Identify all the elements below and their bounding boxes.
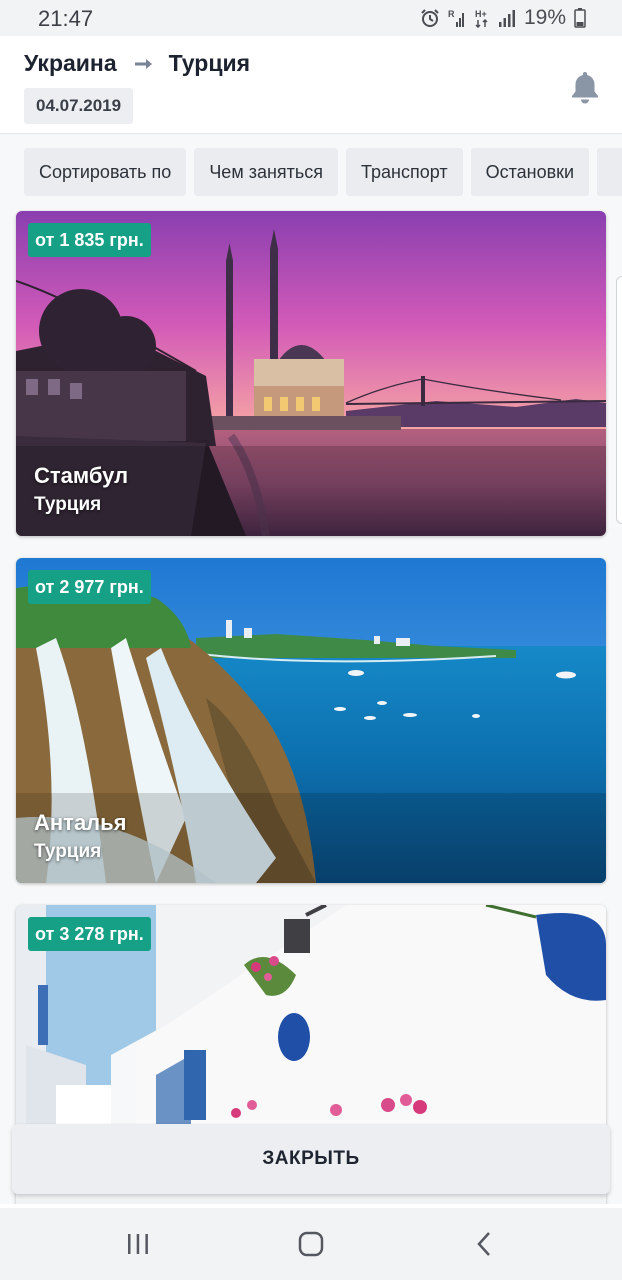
signal-r-icon: R <box>448 8 466 28</box>
svg-text:H+: H+ <box>475 9 487 19</box>
destination-country: Турция <box>34 841 102 862</box>
system-nav-bar <box>0 1208 622 1280</box>
route-destination: Турция <box>168 50 251 76</box>
scroll-indicator[interactable] <box>616 276 622 524</box>
close-button[interactable]: ЗАКРЫТЬ <box>12 1124 610 1194</box>
back-icon[interactable] <box>464 1226 504 1262</box>
bell-icon[interactable] <box>570 70 600 104</box>
network-h-icon: H+ <box>474 8 490 28</box>
destination-list: от 1 835 грн. Стамбул Турция от 2 977 гр… <box>0 204 622 1204</box>
battery-icon <box>574 8 586 28</box>
filter-more-button[interactable] <box>597 148 622 196</box>
signal-icon <box>498 8 516 28</box>
status-icons: R H+ 19% <box>420 6 586 30</box>
status-time: 21:47 <box>38 6 94 31</box>
status-bar: 21:47 R H+ 19% <box>0 0 622 36</box>
svg-text:R: R <box>448 9 455 19</box>
battery-percent: 19% <box>523 6 566 29</box>
home-icon[interactable] <box>291 1226 331 1262</box>
arrow-right-icon <box>134 58 153 70</box>
price-badge: от 3 278 грн. <box>28 917 151 951</box>
filter-activities-button[interactable]: Чем заняться <box>194 148 339 196</box>
destination-city: Стамбул <box>34 463 129 488</box>
trip-header: Украина Турция 04.07.2019 <box>0 36 622 134</box>
route[interactable]: Украина Турция <box>24 50 250 77</box>
filter-sort-button[interactable]: Сортировать по <box>24 148 187 196</box>
filter-bar: Сортировать по Чем заняться Транспорт Ос… <box>0 134 622 204</box>
price-badge: от 2 977 грн. <box>28 570 151 604</box>
filter-stops-button[interactable]: Остановки <box>470 148 590 196</box>
alarm-icon <box>420 8 440 28</box>
price-badge: от 1 835 грн. <box>28 223 151 257</box>
destination-card-istanbul[interactable]: от 1 835 грн. Стамбул Турция <box>16 211 606 536</box>
date-chip[interactable]: 04.07.2019 <box>24 88 134 124</box>
destination-city: Анталья <box>34 810 127 835</box>
recent-apps-icon[interactable] <box>118 1226 158 1262</box>
route-origin: Украина <box>24 50 117 76</box>
destination-country: Турция <box>34 494 102 515</box>
filter-transport-button[interactable]: Транспорт <box>346 148 463 196</box>
destination-card-antalya[interactable]: от 2 977 грн. Анталья Турция <box>16 558 606 883</box>
